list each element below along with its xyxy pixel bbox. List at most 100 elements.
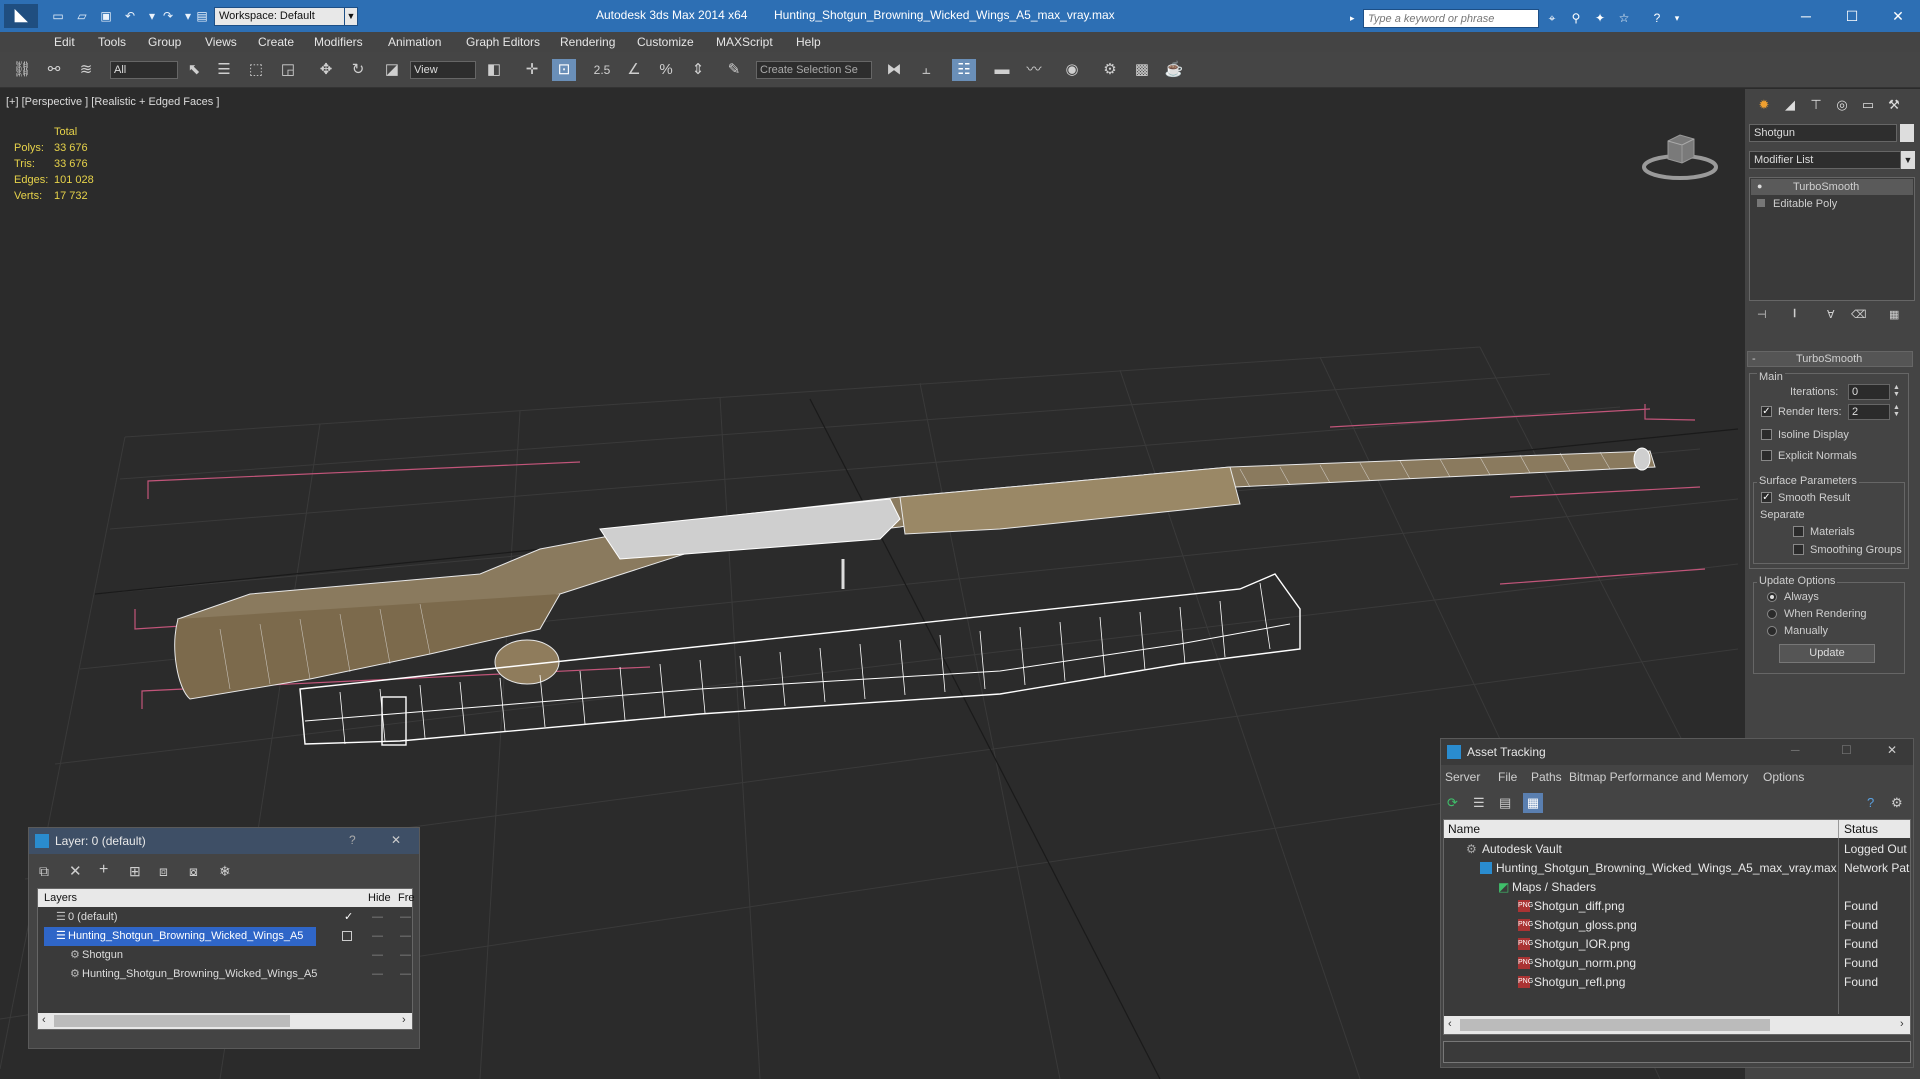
minimize-icon[interactable]: ─ — [1786, 6, 1826, 26]
col-freeze[interactable]: Fre — [398, 889, 415, 907]
expand-icon[interactable] — [1757, 199, 1765, 207]
make-unique-icon[interactable]: ∀ — [1827, 308, 1835, 321]
undo-icon[interactable]: ↶ — [122, 8, 138, 24]
viewport-label[interactable]: [+] [Perspective ] [Realistic + Edged Fa… — [6, 96, 219, 108]
asset-row[interactable]: PNG Shotgun_refl.png Found — [1444, 973, 1910, 992]
menu-animation[interactable]: Animation — [388, 35, 441, 49]
stack-item-turbosmooth[interactable]: ● TurboSmooth — [1751, 179, 1913, 195]
material-editor-icon[interactable]: ◉ — [1060, 59, 1084, 81]
rendered-frame-window-icon[interactable]: ▩ — [1130, 59, 1154, 81]
col-hide[interactable]: Hide — [368, 889, 391, 907]
iterations-spinner[interactable]: 0 — [1848, 384, 1890, 400]
layer-row[interactable]: ☰ Hunting_Shotgun_Browning_Wicked_Wings_… — [38, 927, 412, 946]
highlight-layer-icon[interactable]: ⧈ — [159, 863, 168, 880]
object-color-swatch[interactable] — [1900, 124, 1914, 142]
create-layer-icon[interactable]: ⧉ — [39, 863, 49, 880]
hierarchy-tab-icon[interactable]: ⊤ — [1805, 95, 1827, 115]
select-object-icon[interactable]: ⬉ — [182, 59, 206, 81]
mirror-icon[interactable]: ⧓ — [882, 59, 906, 81]
menu-tools[interactable]: Tools — [98, 35, 126, 49]
asset-row[interactable]: PNG Shotgun_diff.png Found — [1444, 897, 1910, 916]
edit-named-selection-icon[interactable]: ✎ — [722, 59, 746, 81]
render-iters-spinner[interactable]: 2 — [1848, 404, 1890, 420]
modifier-list-dropdown[interactable]: Modifier List — [1749, 151, 1901, 169]
favorites-star-icon[interactable]: ☆ — [1615, 10, 1633, 26]
menu-file[interactable]: File — [1498, 770, 1517, 784]
close-icon[interactable]: ✕ — [391, 833, 401, 847]
asset-row[interactable]: PNG Shotgun_gloss.png Found — [1444, 916, 1910, 935]
turbosmooth-rollout-header[interactable]: - TurboSmooth — [1747, 351, 1913, 367]
communication-center-icon[interactable]: ✦ — [1591, 10, 1609, 26]
layer-row[interactable]: ⚙ Shotgun — — — [38, 946, 412, 965]
window-crossing-icon[interactable]: ◲ — [276, 59, 300, 81]
scroll-right-icon[interactable]: › — [1900, 1018, 1904, 1030]
named-selection-set-dropdown[interactable]: Create Selection Se — [756, 61, 872, 79]
materials-checkbox[interactable] — [1793, 526, 1804, 537]
modify-tab-icon[interactable]: ◢ — [1779, 95, 1801, 115]
viewcube-icon[interactable] — [1640, 127, 1720, 183]
binoculars-icon[interactable]: ⌖ — [1543, 10, 1561, 26]
asset-row[interactable]: ◩ Maps / Shaders — [1444, 878, 1910, 897]
rotate-icon[interactable]: ↻ — [346, 59, 370, 81]
freeze-toggle[interactable]: — — [400, 908, 411, 927]
freeze-toggle[interactable]: — — [400, 965, 411, 984]
scroll-left-icon[interactable]: ‹ — [42, 1014, 46, 1026]
workspace-arrow-icon[interactable]: ▼ — [344, 7, 358, 26]
maximize-icon[interactable]: ☐ — [1841, 743, 1852, 757]
delete-layer-icon[interactable]: ✕ — [69, 862, 82, 880]
smooth-result-checkbox[interactable]: ✓ — [1761, 492, 1772, 503]
always-radio[interactable] — [1767, 592, 1777, 602]
scroll-thumb[interactable] — [54, 1015, 290, 1027]
modifier-stack[interactable]: ● TurboSmooth Editable Poly — [1749, 177, 1915, 301]
active-layer-box[interactable] — [342, 931, 352, 941]
freeze-all-layers-icon[interactable]: ❄ — [219, 863, 231, 880]
keyboard-shortcut-override-icon[interactable]: ⊡ — [552, 59, 576, 81]
table-view-icon[interactable]: ▤ — [1499, 795, 1511, 811]
select-by-name-icon[interactable]: ☰ — [212, 59, 236, 81]
angle-snap-icon[interactable]: ∠ — [622, 59, 646, 81]
col-layers[interactable]: Layers — [44, 889, 77, 907]
redo-icon[interactable]: ↷ — [160, 8, 176, 24]
new-file-icon[interactable]: ▭ — [50, 8, 66, 24]
iterations-spinner-arrows-icon[interactable]: ▲ ▼ — [1893, 384, 1900, 398]
selection-filter-dropdown[interactable]: All — [110, 61, 178, 79]
freeze-toggle[interactable]: — — [400, 946, 411, 965]
asset-dialog-titlebar[interactable]: Asset Tracking ─ ☐ ✕ — [1441, 739, 1913, 765]
asset-row[interactable]: PNG Shotgun_norm.png Found — [1444, 954, 1910, 973]
add-to-layer-icon[interactable]: + — [99, 861, 108, 879]
configure-sets-icon[interactable]: ▦ — [1889, 308, 1899, 321]
menu-create[interactable]: Create — [258, 35, 294, 49]
snaps-toggle-icon[interactable]: 2.5 — [590, 59, 614, 81]
curve-editor-icon[interactable]: 〰 — [1022, 59, 1046, 81]
hide-all-layers-icon[interactable]: ⧇ — [189, 863, 198, 880]
update-button[interactable]: Update — [1779, 644, 1875, 663]
render-setup-icon[interactable]: ⚙ — [1098, 59, 1122, 81]
menu-server[interactable]: Server — [1445, 770, 1480, 784]
freeze-toggle[interactable]: — — [400, 927, 411, 946]
scroll-thumb[interactable] — [1460, 1019, 1770, 1031]
layer-row[interactable]: ☰ 0 (default) ✓ — — — [38, 908, 412, 927]
hide-toggle[interactable]: — — [372, 908, 383, 927]
bind-space-warp-icon[interactable]: ≋ — [74, 59, 98, 81]
grid-view-icon[interactable]: ▦ — [1523, 793, 1543, 813]
manually-radio[interactable] — [1767, 626, 1777, 636]
active-layer-check-icon[interactable]: ✓ — [344, 908, 353, 927]
menu-paths[interactable]: Paths — [1531, 770, 1562, 784]
select-manipulate-icon[interactable]: ✛ — [520, 59, 544, 81]
reference-coordinate-dropdown[interactable]: View — [410, 61, 476, 79]
layer-explorer-icon[interactable]: ☷ — [952, 59, 976, 81]
render-iters-checkbox[interactable]: ✓ — [1761, 406, 1772, 417]
menu-rendering[interactable]: Rendering — [560, 35, 615, 49]
spinner-snap-icon[interactable]: ⇕ — [686, 59, 710, 81]
menu-views[interactable]: Views — [205, 35, 237, 49]
help-icon[interactable]: ? — [1867, 795, 1874, 810]
when-rendering-radio[interactable] — [1767, 609, 1777, 619]
hide-toggle[interactable]: — — [372, 946, 383, 965]
render-iters-spinner-arrows-icon[interactable]: ▲ ▼ — [1893, 404, 1900, 418]
workspace-dropdown[interactable]: Workspace: Default — [214, 7, 354, 26]
save-file-icon[interactable]: ▣ — [98, 8, 114, 24]
show-end-result-icon[interactable]: Ⅰ — [1793, 307, 1796, 320]
menu-maxscript[interactable]: MAXScript — [716, 35, 773, 49]
modifier-list-arrow-icon[interactable]: ▼ — [1901, 151, 1915, 169]
scroll-left-icon[interactable]: ‹ — [1448, 1018, 1452, 1030]
